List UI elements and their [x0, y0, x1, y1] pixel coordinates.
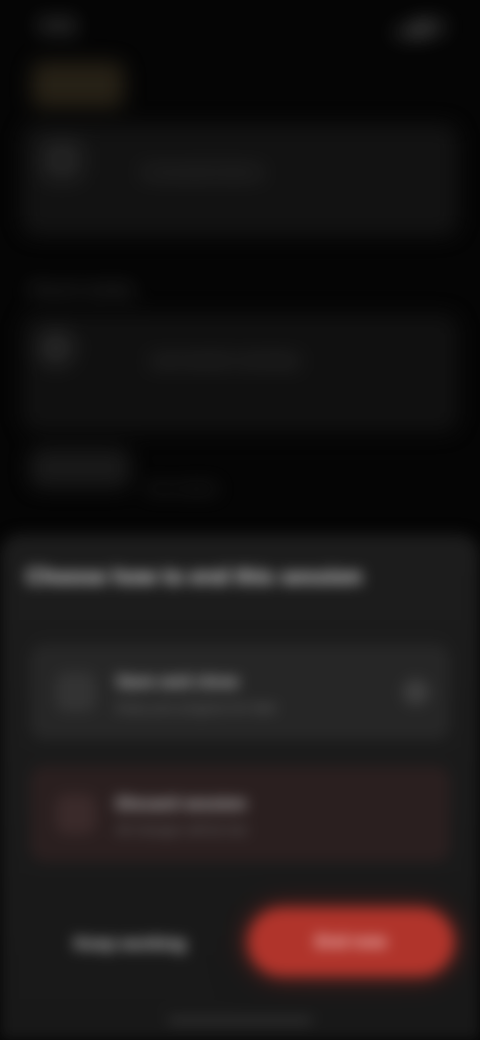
end-now-button[interactable]: End now: [248, 908, 454, 976]
option-discard[interactable]: Discard session All changes will be lost: [30, 766, 450, 862]
blurred-background-app: 9:41 ▂▄▆ ▮ Connected device Recent activ…: [0, 0, 480, 560]
background-card-text: Connected device: [142, 164, 263, 181]
background-row-text: Last session summary: [150, 352, 300, 369]
signal-battery-icon: ▂▄▆ ▮: [394, 18, 444, 35]
status-time: 9:41: [40, 16, 77, 36]
background-section-label: Recent activity: [30, 282, 135, 299]
background-row: Last session summary: [22, 314, 458, 432]
bottom-sheet: Choose how to end this session Save and …: [0, 534, 480, 1040]
activity-icon: [38, 330, 74, 366]
trash-icon: [56, 794, 96, 834]
save-icon: [56, 672, 96, 712]
background-card: Connected device: [22, 124, 458, 236]
background-small-text: View details: [144, 480, 219, 496]
option-label: Save and close: [116, 672, 239, 691]
keep-working-button[interactable]: Keep working: [40, 918, 220, 970]
option-label: Discard session: [116, 794, 247, 813]
option-description: All changes will be lost: [116, 822, 247, 837]
home-indicator: [168, 1018, 312, 1023]
background-thumbnail: [32, 62, 124, 108]
option-description: Keep your progress for later: [116, 700, 278, 715]
status-bar: 9:41 ▂▄▆ ▮: [0, 0, 480, 52]
sheet-title: Choose how to end this session: [26, 564, 363, 589]
app-screen: 9:41 ▂▄▆ ▮ Connected device Recent activ…: [0, 0, 480, 1040]
chevron-right-icon: ›: [402, 678, 430, 706]
option-save[interactable]: Save and close Keep your progress for la…: [30, 644, 450, 740]
background-small-card: [30, 448, 130, 488]
device-icon: [42, 140, 82, 180]
